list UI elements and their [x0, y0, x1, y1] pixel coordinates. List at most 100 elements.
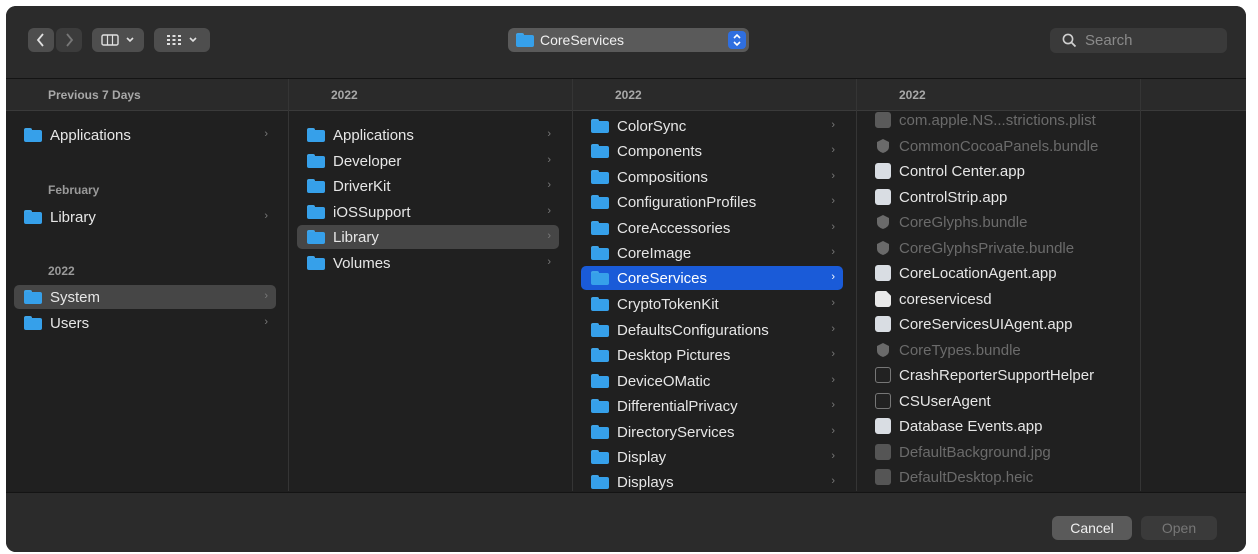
chevron-right-icon: ›: [831, 221, 835, 233]
item-label: Library: [50, 208, 96, 226]
folder-icon: [591, 271, 609, 285]
list-item[interactable]: DeviceOMatic ›: [581, 369, 843, 393]
folder-icon: [591, 221, 609, 235]
item-label: DefaultBackground.jpg: [899, 443, 1051, 461]
list-item[interactable]: Library ›: [14, 205, 276, 229]
view-mode-button[interactable]: [92, 28, 144, 52]
search-icon: [1062, 33, 1077, 48]
folder-icon: [307, 154, 325, 168]
chevron-right-icon: ›: [831, 475, 835, 487]
list-item[interactable]: DriverKit ›: [297, 174, 559, 198]
list-item[interactable]: Control Center.app: [865, 159, 1127, 183]
list-item[interactable]: Desktop Pictures ›: [581, 343, 843, 367]
list-item[interactable]: Applications ›: [297, 123, 559, 147]
forward-button[interactable]: [56, 28, 82, 52]
document-icon: [875, 291, 891, 307]
list-item: com.apple.NS...strictions.plist: [865, 108, 1127, 132]
list-item[interactable]: CoreAccessories ›: [581, 216, 843, 240]
section-header: February: [48, 183, 100, 197]
item-label: Compositions: [617, 168, 708, 186]
list-item[interactable]: CSUserAgent: [865, 389, 1127, 413]
item-label: CoreGlyphs.bundle: [899, 213, 1028, 231]
chevron-down-icon: [126, 37, 134, 43]
folder-icon: [591, 348, 609, 362]
folder-icon: [591, 323, 609, 337]
folder-icon: [307, 230, 325, 244]
item-label: Displays: [617, 473, 674, 491]
item-label: Volumes: [333, 254, 391, 272]
list-item[interactable]: coreservicesd: [865, 287, 1127, 311]
list-item: CoreGlyphs.bundle: [865, 210, 1127, 234]
item-label: Components: [617, 142, 703, 160]
item-label: CoreAccessories: [617, 219, 731, 237]
back-button[interactable]: [28, 28, 54, 52]
list-item[interactable]: DefaultsConfigurations ›: [581, 318, 843, 342]
folder-icon: [307, 205, 325, 219]
bundle-icon: [877, 343, 889, 357]
chevron-right-icon: ›: [264, 316, 268, 328]
list-item[interactable]: ColorSync ›: [581, 114, 843, 138]
item-label: CSUserAgent: [899, 392, 991, 410]
search-field[interactable]: [1050, 28, 1227, 53]
column-header: 2022: [289, 79, 572, 111]
column-header: Previous 7 Days: [6, 79, 288, 111]
folder-icon: [516, 33, 534, 47]
chevron-right-icon: ›: [831, 195, 835, 207]
list-item[interactable]: iOSSupport ›: [297, 200, 559, 224]
chevron-right-icon: ›: [547, 179, 551, 191]
chevron-right-icon: ›: [547, 154, 551, 166]
toolbar: CoreServices: [6, 6, 1246, 79]
list-item[interactable]: DifferentialPrivacy ›: [581, 394, 843, 418]
search-input[interactable]: [1083, 31, 1217, 50]
list-item[interactable]: Applications ›: [14, 123, 276, 147]
folder-icon: [24, 290, 42, 304]
column-header: 2022: [573, 79, 856, 111]
item-label: ColorSync: [617, 117, 687, 135]
list-item[interactable]: CoreServicesUIAgent.app: [865, 312, 1127, 336]
folder-icon: [591, 475, 609, 489]
list-item[interactable]: Components ›: [581, 139, 843, 163]
chevron-right-icon: ›: [264, 210, 268, 222]
chevron-left-icon: [36, 33, 44, 47]
chevron-right-icon: ›: [831, 170, 835, 182]
folder-icon: [591, 119, 609, 133]
section-header: 2022: [48, 264, 75, 278]
list-item[interactable]: DirectoryServices ›: [581, 420, 843, 444]
folder-icon: [307, 128, 325, 142]
group-by-button[interactable]: [154, 28, 210, 52]
item-label: ControlStrip.app: [899, 188, 1008, 206]
list-item[interactable]: Displays ›: [581, 470, 843, 491]
list-item[interactable]: CoreImage ›: [581, 241, 843, 265]
list-item[interactable]: CoreLocationAgent.app: [865, 261, 1127, 285]
folder-icon: [591, 450, 609, 464]
list-item[interactable]: Volumes ›: [297, 251, 559, 275]
list-item[interactable]: System ›: [14, 285, 276, 309]
list-item[interactable]: CoreServices ›: [581, 266, 843, 290]
cancel-button[interactable]: Cancel: [1052, 516, 1132, 540]
chevron-right-icon: ›: [831, 374, 835, 386]
list-item[interactable]: Users ›: [14, 311, 276, 335]
footer: Cancel Open: [6, 492, 1246, 552]
item-label: CommonCocoaPanels.bundle: [899, 137, 1099, 155]
chevron-right-icon: ›: [547, 230, 551, 242]
list-item[interactable]: ConfigurationProfiles ›: [581, 190, 843, 214]
list-item[interactable]: ControlStrip.app: [865, 185, 1127, 209]
list-item[interactable]: Developer ›: [297, 149, 559, 173]
chevron-right-icon: ›: [831, 144, 835, 156]
app-icon: [875, 265, 891, 281]
list-item[interactable]: CryptoTokenKit ›: [581, 292, 843, 316]
chevron-right-icon: ›: [831, 425, 835, 437]
item-label: CoreImage: [617, 244, 692, 262]
list-item[interactable]: Library ›: [297, 225, 559, 249]
folder-icon: [591, 195, 609, 209]
open-button[interactable]: Open: [1141, 516, 1217, 540]
path-popup[interactable]: CoreServices: [508, 28, 749, 52]
item-label: DefaultsConfigurations: [617, 321, 769, 339]
list-item[interactable]: Compositions ›: [581, 165, 843, 189]
list-item[interactable]: CrashReporterSupportHelper: [865, 363, 1127, 387]
up-down-chevron-icon: [728, 31, 746, 49]
item-label: Applications: [50, 126, 131, 144]
chevron-right-icon: ›: [831, 297, 835, 309]
list-item[interactable]: Database Events.app: [865, 414, 1127, 438]
list-item[interactable]: Display ›: [581, 445, 843, 469]
